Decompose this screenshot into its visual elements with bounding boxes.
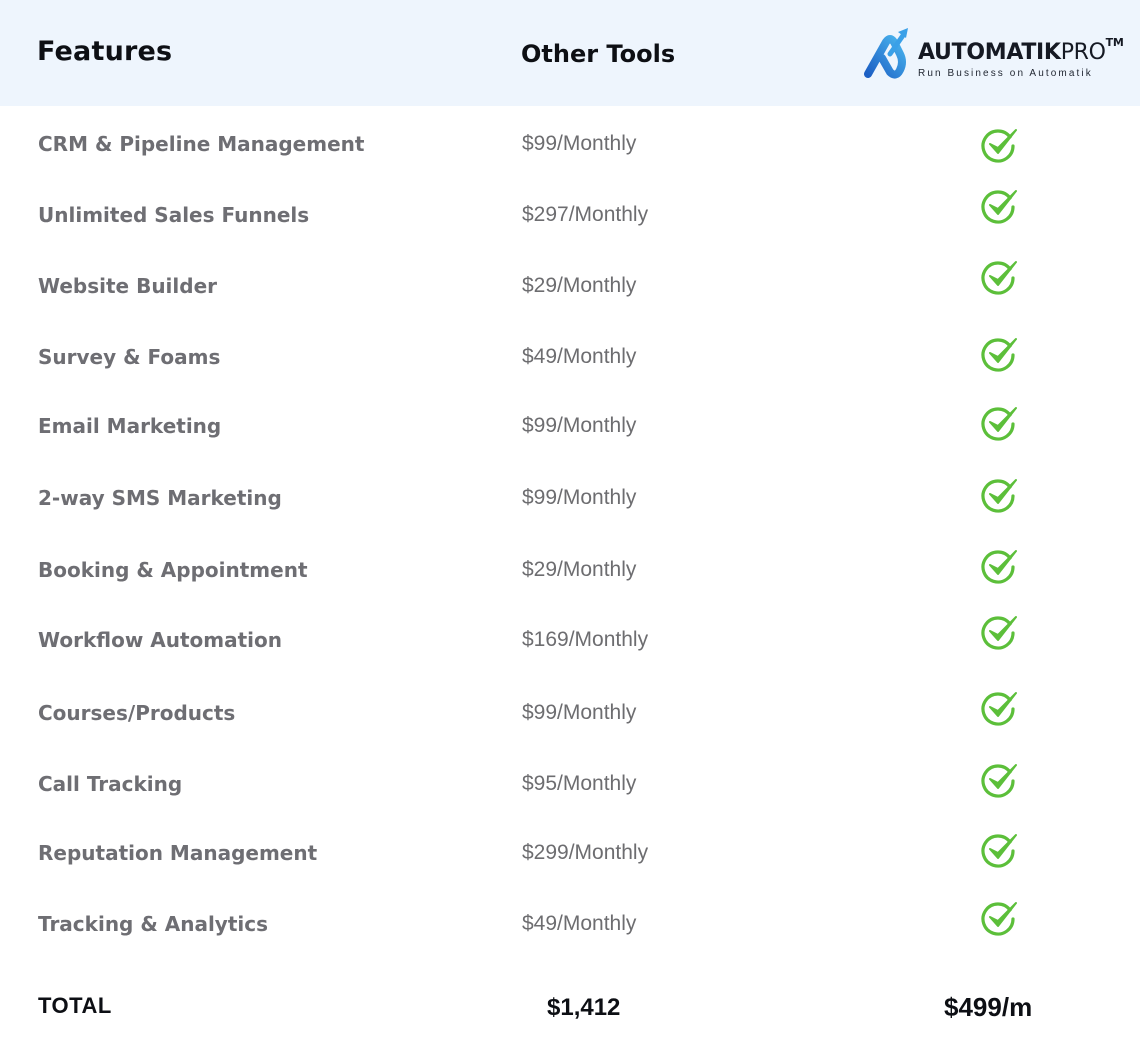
other-tools-price: $99/Monthly xyxy=(522,486,637,509)
other-tools-price: $49/Monthly xyxy=(522,912,637,935)
total-automatik-pro-price: $499/m xyxy=(944,992,1033,1022)
feature-name: Reputation Management xyxy=(38,841,318,865)
other-tools-price: $29/Monthly xyxy=(522,558,637,581)
feature-name: CRM & Pipeline Management xyxy=(38,132,365,156)
table-row: Booking & Appointment $29/Monthly xyxy=(0,550,1140,590)
brand-tagline: Run Business on Automatik xyxy=(918,68,1093,79)
feature-name: Unlimited Sales Funnels xyxy=(38,203,310,227)
table-header: Features Other Tools AUTOMATIKPROTM Run … xyxy=(0,0,1140,106)
trademark-symbol: TM xyxy=(1105,36,1124,49)
table-row: Unlimited Sales Funnels $297/Monthly xyxy=(0,190,1140,235)
feature-name: Booking & Appointment xyxy=(38,558,308,582)
other-tools-price: $299/Monthly xyxy=(522,841,649,864)
table-row: Tracking & Analytics $49/Monthly xyxy=(0,902,1140,944)
feature-name: Website Builder xyxy=(38,274,218,298)
table-row: Survey & Foams $49/Monthly xyxy=(0,337,1140,377)
upward-arrow-loop-logo-icon xyxy=(864,28,908,79)
check-circle-icon xyxy=(981,550,1017,584)
other-tools-price: $49/Monthly xyxy=(522,345,637,368)
check-circle-icon xyxy=(981,834,1017,868)
check-circle-icon xyxy=(981,407,1017,441)
other-tools-price: $169/Monthly xyxy=(522,628,649,651)
other-tools-price: $95/Monthly xyxy=(522,772,637,795)
other-tools-column-heading: Other Tools xyxy=(521,40,676,68)
check-circle-icon xyxy=(981,261,1017,295)
check-circle-icon xyxy=(981,479,1017,513)
brand-name: AUTOMATIKPROTM xyxy=(918,36,1124,65)
table-row: Email Marketing $99/Monthly xyxy=(0,406,1140,446)
check-circle-icon xyxy=(981,190,1017,224)
brand-name-bold: AUTOMATIK xyxy=(918,40,1061,65)
feature-name: Survey & Foams xyxy=(38,345,221,369)
table-row: 2-way SMS Marketing $99/Monthly xyxy=(0,478,1140,518)
table-row: Courses/Products $99/Monthly xyxy=(0,692,1140,733)
feature-name: 2-way SMS Marketing xyxy=(38,486,282,510)
automatik-pro-logo: AUTOMATIKPROTM Run Business on Automatik xyxy=(860,24,1130,84)
table-row: Call Tracking $95/Monthly xyxy=(0,764,1140,804)
check-circle-icon xyxy=(981,129,1017,163)
table-row: Workflow Automation $169/Monthly xyxy=(0,616,1140,660)
check-circle-icon xyxy=(981,902,1017,936)
total-other-tools-price: $1,412 xyxy=(547,994,621,1021)
total-label: TOTAL xyxy=(38,993,112,1018)
other-tools-price: $99/Monthly xyxy=(522,132,637,155)
check-circle-icon xyxy=(981,764,1017,798)
feature-name: Tracking & Analytics xyxy=(38,912,269,936)
other-tools-price: $29/Monthly xyxy=(522,274,637,297)
feature-name: Courses/Products xyxy=(38,701,236,725)
feature-name: Call Tracking xyxy=(38,772,183,796)
check-circle-icon xyxy=(981,616,1017,650)
table-row: CRM & Pipeline Management $99/Monthly xyxy=(0,124,1140,164)
brand-name-light: PRO xyxy=(1060,40,1106,65)
table-row: Reputation Management $299/Monthly xyxy=(0,833,1140,873)
check-circle-icon xyxy=(981,692,1017,726)
feature-name: Workflow Automation xyxy=(38,628,283,652)
check-circle-icon xyxy=(981,338,1017,372)
other-tools-price: $297/Monthly xyxy=(522,203,649,226)
other-tools-price: $99/Monthly xyxy=(522,701,637,724)
features-column-heading: Features xyxy=(37,36,173,67)
table-row: Website Builder $29/Monthly xyxy=(0,261,1140,306)
feature-name: Email Marketing xyxy=(38,414,222,438)
other-tools-price: $99/Monthly xyxy=(522,414,637,437)
